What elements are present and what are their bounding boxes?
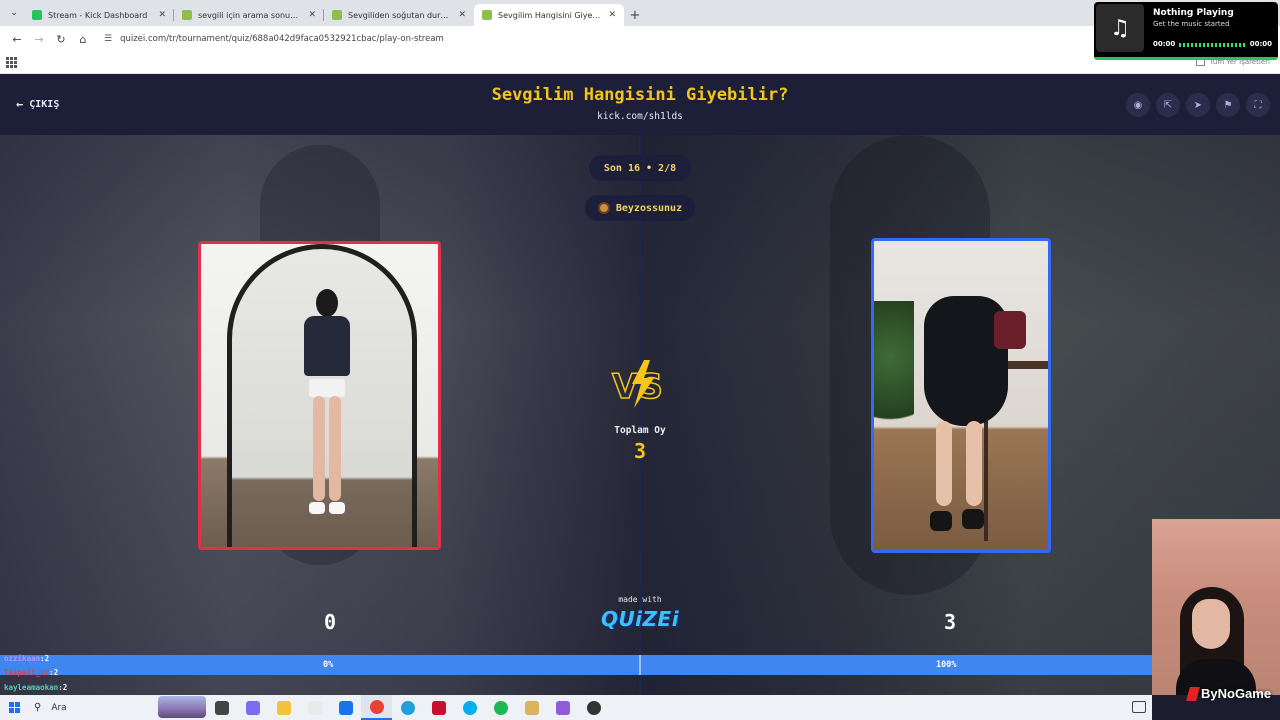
progress-wave bbox=[1179, 43, 1247, 47]
chat-line: Taipeit_vr:2 bbox=[4, 668, 59, 677]
windows-icon bbox=[8, 702, 20, 713]
close-icon[interactable]: ✕ bbox=[458, 10, 466, 20]
quiz-stage: ← ÇIKIŞ Sevgilim Hangisini Giyebilir? ki… bbox=[0, 75, 1280, 695]
chat-line: ozzikaan:2 bbox=[4, 654, 50, 663]
system-tray-icon[interactable] bbox=[1132, 701, 1146, 713]
reload-icon[interactable]: ↻ bbox=[50, 28, 72, 50]
music-note-icon: ♫ bbox=[1096, 4, 1144, 52]
now-playing-bar bbox=[1094, 57, 1278, 60]
quizei-logo[interactable]: QUiZEi bbox=[590, 607, 690, 631]
app-icon-2[interactable] bbox=[516, 695, 547, 720]
taskbar-search[interactable]: ⚲ Ara bbox=[28, 695, 206, 720]
close-icon[interactable]: ✕ bbox=[158, 10, 166, 20]
new-tab-button[interactable]: + bbox=[624, 4, 646, 26]
bookmark-bar: Tüm Yer İşaretleri bbox=[0, 52, 1280, 74]
versus-icon: VS bbox=[611, 360, 664, 408]
task-view-icon[interactable] bbox=[206, 695, 237, 720]
now-playing-widget: ♫ Nothing Playing Get the music started … bbox=[1094, 2, 1278, 60]
time-end: 00:00 bbox=[1249, 40, 1272, 48]
left-percent: 0% bbox=[323, 660, 334, 670]
copilot-icon[interactable] bbox=[237, 695, 268, 720]
option-image-right bbox=[874, 241, 1048, 550]
vote-progress-bar: 0% 100% bbox=[0, 655, 1152, 675]
discord-icon[interactable] bbox=[547, 695, 578, 720]
kick-favicon bbox=[32, 10, 42, 20]
header-actions: ◉ ⇱ ➤ ⚑ ⛶ bbox=[1126, 93, 1270, 117]
chat-line: kayleamaokan:2 bbox=[4, 683, 68, 692]
start-button[interactable] bbox=[0, 695, 28, 720]
left-score: 0 bbox=[323, 610, 337, 634]
quizei-favicon bbox=[182, 10, 192, 20]
quizei-favicon bbox=[482, 10, 492, 20]
now-playing-title: Nothing Playing bbox=[1153, 8, 1234, 18]
close-icon[interactable]: ✕ bbox=[308, 10, 316, 20]
bynogame-mark-icon bbox=[1186, 686, 1200, 701]
option-image-left bbox=[201, 244, 438, 547]
right-score: 3 bbox=[943, 610, 957, 634]
quizei-favicon bbox=[332, 10, 342, 20]
quiz-header: ← ÇIKIŞ Sevgilim Hangisini Giyebilir? ki… bbox=[0, 75, 1280, 135]
round-indicator: Son 16 • 2/8 bbox=[589, 155, 691, 181]
user-badge: Beyzossunuz bbox=[585, 195, 695, 221]
store-icon[interactable] bbox=[299, 695, 330, 720]
forward-icon[interactable]: → bbox=[28, 28, 50, 50]
fullscreen-icon[interactable]: ⛶ bbox=[1246, 93, 1270, 117]
total-votes-label: Toplam Oy bbox=[614, 425, 666, 436]
webcam-overlay bbox=[1152, 519, 1280, 695]
now-playing-subtitle: Get the music started bbox=[1153, 20, 1230, 28]
search-icon: ⚲ bbox=[34, 702, 42, 713]
bynogame-logo: ByNoGame bbox=[1186, 686, 1271, 701]
address-bar: ← → ↻ ⌂ ☰ quizei.com/tr/tournament/quiz/… bbox=[0, 26, 1280, 52]
total-votes-value: 3 bbox=[633, 439, 647, 463]
skype-icon[interactable] bbox=[454, 695, 485, 720]
eye-icon[interactable]: ◉ bbox=[1126, 93, 1150, 117]
apps-icon[interactable] bbox=[6, 56, 18, 69]
spotify-icon[interactable] bbox=[485, 695, 516, 720]
url-field[interactable]: ☰ quizei.com/tr/tournament/quiz/688a042d… bbox=[104, 34, 444, 44]
quiz-title: Sevgilim Hangisini Giyebilir? bbox=[491, 85, 789, 105]
file-explorer-icon[interactable] bbox=[268, 695, 299, 720]
edge-icon[interactable] bbox=[392, 695, 423, 720]
avatar bbox=[597, 202, 610, 214]
send-icon[interactable]: ➤ bbox=[1186, 93, 1210, 117]
time-start: 00:00 bbox=[1153, 40, 1176, 48]
browser-tab[interactable]: sevgili için arama sonuçları - Quizei ✕ bbox=[174, 4, 324, 26]
site-info-icon[interactable]: ☰ bbox=[104, 34, 112, 44]
taskbar-apps bbox=[206, 695, 609, 720]
back-icon[interactable]: ← bbox=[6, 28, 28, 50]
obs-icon[interactable] bbox=[578, 695, 609, 720]
vote-progress-fill bbox=[640, 655, 1152, 675]
home-icon[interactable]: ⌂ bbox=[72, 28, 94, 50]
option-card-right[interactable] bbox=[871, 238, 1051, 553]
browser-tabstrip: ⌄ Stream - Kick Dashboard ✕ sevgili için… bbox=[0, 0, 1280, 26]
flag-icon[interactable]: ⚑ bbox=[1216, 93, 1240, 117]
chrome-icon[interactable] bbox=[361, 695, 392, 720]
option-card-left[interactable] bbox=[198, 241, 441, 550]
browser-tab[interactable]: Sevgiliden soğutan durumlar ✕ bbox=[324, 4, 474, 26]
browser-tab[interactable]: Stream - Kick Dashboard ✕ bbox=[24, 4, 174, 26]
close-icon[interactable]: ✕ bbox=[608, 10, 616, 20]
outlook-icon[interactable] bbox=[330, 695, 361, 720]
taskbar: ⚲ Ara bbox=[0, 695, 1152, 720]
search-highlight-image bbox=[158, 696, 206, 718]
share-icon[interactable]: ⇱ bbox=[1156, 93, 1180, 117]
right-percent: 100% bbox=[936, 660, 957, 670]
made-with-label: made with bbox=[618, 595, 662, 604]
quiz-subtitle: kick.com/sh1lds bbox=[597, 111, 683, 122]
app-icon[interactable] bbox=[423, 695, 454, 720]
vote-progress-divider bbox=[639, 655, 641, 675]
tab-search-icon[interactable]: ⌄ bbox=[4, 3, 24, 23]
browser-tab-active[interactable]: Sevgilim Hangisini Giyebilir? - Quizei ✕ bbox=[474, 4, 624, 26]
